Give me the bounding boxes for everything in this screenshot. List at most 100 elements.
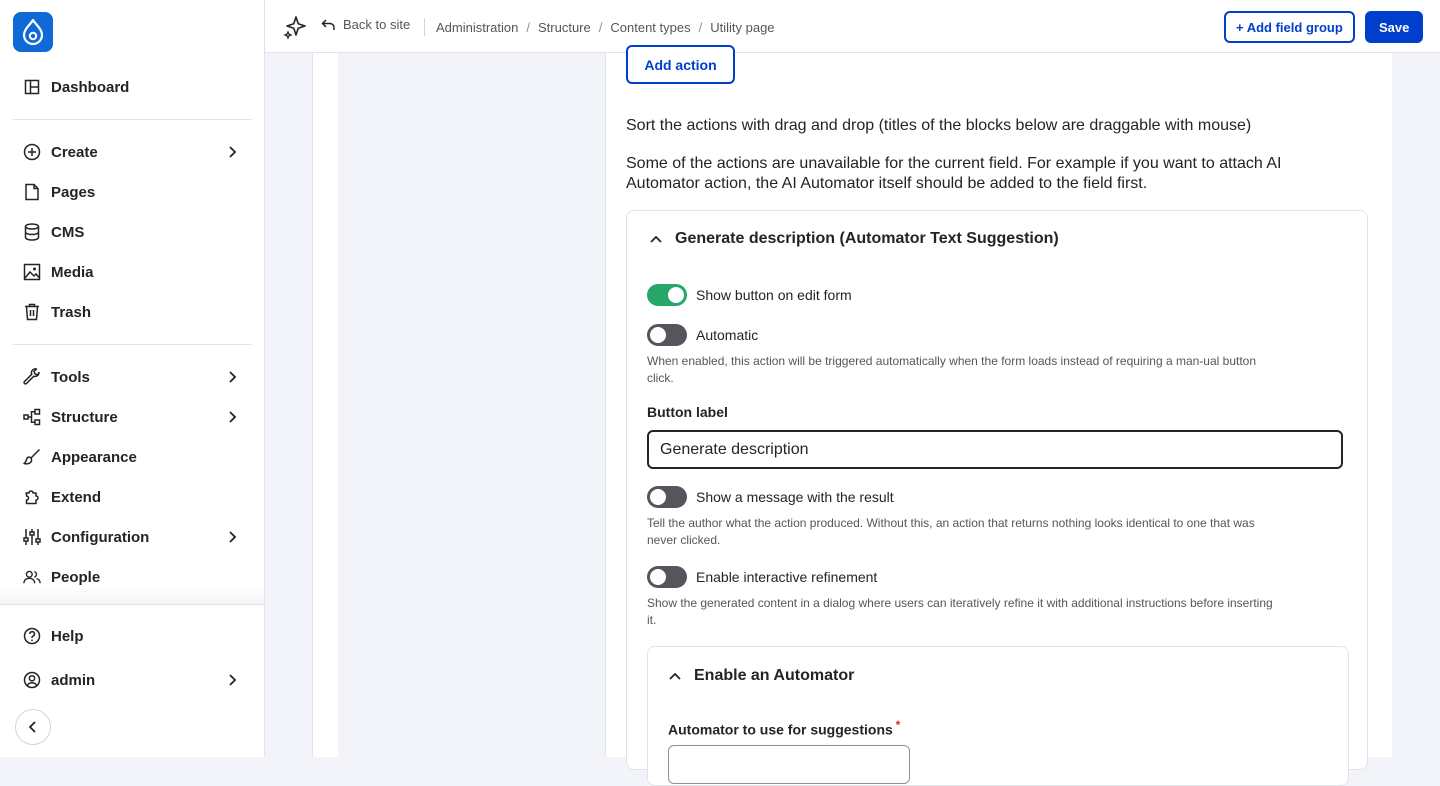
puzzle-icon xyxy=(23,488,41,506)
database-icon xyxy=(23,223,41,241)
sidebar: Dashboard Create Pages CMS Media Trash T… xyxy=(0,0,265,757)
top-bar: Back to site Administration / Structure … xyxy=(265,0,1440,53)
chevron-up-icon xyxy=(669,672,681,680)
back-to-site-link[interactable]: Back to site xyxy=(321,17,410,32)
toggle-knob xyxy=(668,287,684,303)
sidebar-item-label: Help xyxy=(51,627,84,645)
sidebar-item-label: People xyxy=(51,568,101,586)
wrench-icon xyxy=(23,368,41,386)
dashboard-icon xyxy=(23,78,41,96)
toggle-knob xyxy=(650,569,666,585)
sidebar-item-help[interactable]: Help xyxy=(13,618,252,654)
divider xyxy=(13,119,252,120)
sidebar-item-label: Extend xyxy=(51,488,102,506)
back-to-site-label: Back to site xyxy=(343,17,411,32)
user-icon xyxy=(23,671,41,689)
interactive-refinement-label: Enable interactive refinement xyxy=(696,569,878,585)
chevron-left-icon xyxy=(28,721,36,733)
left-column xyxy=(338,53,605,757)
show-message-toggle[interactable] xyxy=(647,486,687,508)
interactive-refinement-toggle[interactable] xyxy=(647,566,687,588)
page-content: Add action Sort the actions with drag an… xyxy=(312,45,1392,786)
automatic-description: When enabled, this action will be trigge… xyxy=(647,354,1257,385)
sidebar-item-cms[interactable]: CMS xyxy=(13,214,252,250)
sidebar-item-structure[interactable]: Structure xyxy=(13,399,252,435)
sidebar-item-pages[interactable]: Pages xyxy=(13,174,252,210)
sparkle-icon[interactable] xyxy=(283,14,309,40)
sidebar-item-trash[interactable]: Trash xyxy=(13,294,252,330)
sidebar-item-appearance[interactable]: Appearance xyxy=(13,439,252,475)
trash-icon xyxy=(23,303,41,321)
add-action-button[interactable]: Add action xyxy=(626,45,735,84)
sidebar-item-media[interactable]: Media xyxy=(13,254,252,290)
sort-instructions: Sort the actions with drag and drop (tit… xyxy=(626,117,1252,134)
show-button-toggle[interactable] xyxy=(647,284,687,306)
sidebar-item-label: admin xyxy=(51,671,96,689)
automatic-label: Automatic xyxy=(696,327,759,343)
image-icon xyxy=(23,263,41,281)
interactive-toggle-row: Enable interactive refinement xyxy=(647,566,877,588)
automatic-toggle[interactable] xyxy=(647,324,687,346)
drupal-logo[interactable] xyxy=(13,12,53,52)
save-button[interactable]: Save xyxy=(1365,11,1424,43)
sidebar-item-label: Trash xyxy=(51,303,92,321)
back-arrow-icon xyxy=(321,18,335,30)
interactive-refinement-description: Show the generated content in a dialog w… xyxy=(647,596,1273,627)
chevron-right-icon xyxy=(229,531,237,543)
breadcrumb-separator: / xyxy=(526,19,530,35)
chevron-up-icon xyxy=(650,235,662,243)
sidebar-item-label: Create xyxy=(51,143,98,161)
drupal-drop-icon xyxy=(22,19,44,45)
button-label-title: Button label xyxy=(647,404,728,420)
sidebar-item-tools[interactable]: Tools xyxy=(13,359,252,395)
automator-select-label-text: Automator to use for suggestions xyxy=(668,721,893,738)
chevron-right-icon xyxy=(229,146,237,158)
sidebar-item-create[interactable]: Create xyxy=(13,134,252,170)
sidebar-item-label: Tools xyxy=(51,368,90,386)
breadcrumb-structure[interactable]: Structure xyxy=(538,20,591,35)
automator-subcard: Enable an Automator Automator to use for… xyxy=(647,646,1349,786)
action-card-generate-description: Generate description (Automator Text Sug… xyxy=(626,210,1368,786)
automator-select[interactable] xyxy=(668,745,910,784)
collapse-sidebar-button[interactable] xyxy=(15,709,51,745)
sidebar-item-label: Dashboard xyxy=(51,78,130,96)
add-field-group-button[interactable]: + Add field group xyxy=(1224,11,1355,43)
sidebar-item-admin[interactable]: admin xyxy=(13,662,252,698)
automator-select-label: Automator to use for suggestions * xyxy=(668,719,900,738)
button-label-input[interactable] xyxy=(647,430,1343,469)
sidebar-item-label: Appearance xyxy=(51,448,137,466)
sliders-icon xyxy=(23,528,41,546)
divider xyxy=(13,344,252,345)
sidebar-item-dashboard[interactable]: Dashboard xyxy=(13,69,252,105)
structure-icon xyxy=(23,408,41,426)
scroll-fade xyxy=(0,588,264,605)
breadcrumb: Administration / Structure / Content typ… xyxy=(424,18,775,36)
automator-subcard-header[interactable]: Enable an Automator xyxy=(668,667,854,685)
automator-subcard-title: Enable an Automator xyxy=(694,667,855,684)
plus-circle-icon xyxy=(23,143,41,161)
unavailable-actions-note: Some of the actions are unavailable for … xyxy=(626,155,1282,192)
sidebar-item-label: Media xyxy=(51,263,94,281)
sidebar-item-label: Pages xyxy=(51,183,96,201)
breadcrumb-content-types[interactable]: Content types xyxy=(610,20,690,35)
breadcrumb-utility-page[interactable]: Utility page xyxy=(710,20,774,35)
sidebar-item-label: CMS xyxy=(51,223,85,241)
breadcrumb-separator: / xyxy=(598,19,603,35)
required-marker: * xyxy=(895,719,901,732)
show-message-toggle-row: Show a message with the result xyxy=(647,486,894,508)
show-message-label: Show a message with the result xyxy=(696,489,894,505)
main-column: Add action Sort the actions with drag an… xyxy=(605,45,1392,786)
file-icon xyxy=(23,183,41,201)
action-card-header[interactable]: Generate description (Automator Text Sug… xyxy=(649,230,1059,248)
chevron-right-icon xyxy=(229,371,237,383)
sidebar-item-configuration[interactable]: Configuration xyxy=(13,519,252,555)
automatic-toggle-row: Automatic xyxy=(647,324,758,346)
sidebar-item-extend[interactable]: Extend xyxy=(13,479,252,515)
breadcrumb-administration[interactable]: Administration xyxy=(436,20,518,35)
sidebar-item-label: Configuration xyxy=(51,528,150,546)
action-card-title: Generate description (Automator Text Sug… xyxy=(675,230,1059,247)
sidebar-item-label: Structure xyxy=(51,408,118,426)
chevron-right-icon xyxy=(229,674,237,686)
show-message-description: Tell the author what the action produced… xyxy=(647,516,1255,547)
show-button-label: Show button on edit form xyxy=(696,287,852,303)
